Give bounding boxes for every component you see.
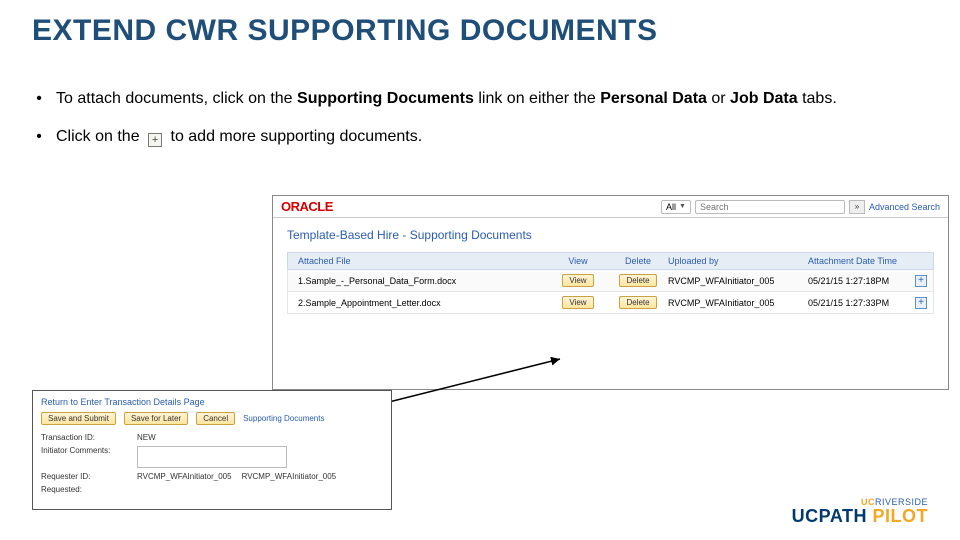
attachments-table: Attached File View Delete Uploaded by At… — [287, 252, 934, 314]
add-row-button[interactable]: + — [915, 275, 927, 287]
bullet-1-text: To attach documents, click on the Suppor… — [56, 88, 928, 110]
view-button[interactable]: View — [562, 296, 593, 309]
delete-button[interactable]: Delete — [619, 274, 656, 287]
col-datetime: Attachment Date Time — [808, 256, 909, 266]
screenshot-transaction-details: Return to Enter Transaction Details Page… — [32, 390, 392, 510]
requester-id-label: Requester ID: — [41, 472, 131, 481]
plus-icon: + — [148, 133, 162, 147]
bullet-1: • To attach documents, click on the Supp… — [32, 88, 928, 110]
table-row: 1.Sample_-_Personal_Data_Form.docx View … — [287, 270, 934, 292]
oracle-header-bar: ORACLE All▼ » Advanced Search — [273, 196, 948, 218]
footer-logo: UCRIVERSIDE UCPATH PILOT — [792, 498, 928, 526]
slide-title: EXTEND CWR SUPPORTING DOCUMENTS — [32, 14, 658, 48]
search-scope-dropdown[interactable]: All▼ — [661, 200, 691, 214]
transaction-id-label: Transaction ID: — [41, 433, 131, 442]
bullet-2: • Click on the + to add more supporting … — [32, 126, 928, 148]
oracle-logo: ORACLE — [281, 199, 333, 214]
search-input[interactable] — [695, 200, 845, 214]
bullet-dot: • — [32, 126, 46, 148]
page-title: Template-Based Hire - Supporting Documen… — [287, 228, 934, 242]
requester-id-2: RVCMP_WFAInitiator_005 — [242, 472, 337, 481]
add-row-button[interactable]: + — [915, 297, 927, 309]
transaction-id-value: NEW — [137, 433, 156, 442]
initiator-comments-label: Initiator Comments: — [41, 446, 131, 455]
search-go-button[interactable]: » — [849, 200, 865, 214]
screenshot-supporting-documents: ORACLE All▼ » Advanced Search Template-B… — [272, 195, 949, 390]
col-uploaded-by: Uploaded by — [668, 256, 808, 266]
delete-button[interactable]: Delete — [619, 296, 656, 309]
chevron-down-icon: ▼ — [679, 203, 686, 210]
initiator-comments-field[interactable] — [137, 446, 287, 468]
bullet-2-text: Click on the + to add more supporting do… — [56, 126, 928, 148]
save-for-later-button[interactable]: Save for Later — [124, 412, 188, 425]
cancel-button[interactable]: Cancel — [196, 412, 235, 425]
view-button[interactable]: View — [562, 274, 593, 287]
supporting-documents-link[interactable]: Supporting Documents — [243, 414, 324, 423]
save-and-submit-button[interactable]: Save and Submit — [41, 412, 116, 425]
bullet-dot: • — [32, 88, 46, 110]
return-link[interactable]: Return to Enter Transaction Details Page — [41, 397, 383, 407]
table-row: 2.Sample_Appointment_Letter.docx View De… — [287, 292, 934, 314]
col-view: View — [548, 256, 608, 266]
col-delete: Delete — [608, 256, 668, 266]
requested-label: Requested: — [41, 485, 131, 494]
requester-id-1: RVCMP_WFAInitiator_005 — [137, 472, 232, 481]
bullet-list: • To attach documents, click on the Supp… — [32, 88, 928, 163]
table-header: Attached File View Delete Uploaded by At… — [287, 252, 934, 270]
advanced-search-link[interactable]: Advanced Search — [869, 202, 940, 212]
col-file: Attached File — [288, 256, 548, 266]
